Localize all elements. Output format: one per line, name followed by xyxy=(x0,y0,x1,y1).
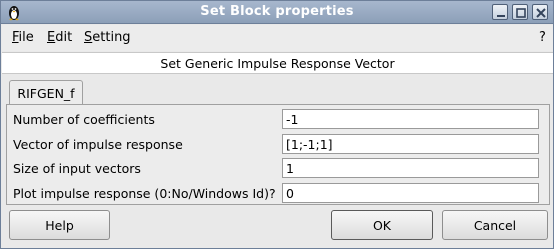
maximize-button[interactable] xyxy=(512,4,528,20)
window-title: Set Block properties xyxy=(200,4,354,19)
label-number-of-coefficients: Number of coefficients xyxy=(13,112,155,127)
number-of-coefficients-input[interactable]: -1 xyxy=(282,109,539,129)
menu-setting[interactable]: Setting xyxy=(84,30,131,45)
input-vector-size-input[interactable]: 1 xyxy=(282,158,539,178)
maximize-icon xyxy=(516,8,526,18)
dialog-header: Set Generic Impulse Response Vector xyxy=(2,52,553,74)
menu-file[interactable]: File xyxy=(12,30,34,45)
tab-rifgen-f[interactable]: RIFGEN_f xyxy=(9,80,83,105)
title-bar[interactable]: Set Block properties xyxy=(1,1,553,24)
menu-help[interactable]: ? xyxy=(539,30,546,45)
cancel-button[interactable]: Cancel xyxy=(442,210,548,240)
minimize-button[interactable] xyxy=(492,4,508,20)
impulse-response-vector-input[interactable]: [1;-1;1] xyxy=(282,134,539,154)
label-vector-of-impulse-response: Vector of impulse response xyxy=(13,137,183,152)
menu-edit[interactable]: Edit xyxy=(47,30,72,45)
close-button[interactable] xyxy=(532,4,548,20)
label-plot-impulse-response: Plot impulse response (0:No/Windows Id)? xyxy=(13,186,276,201)
label-size-of-input-vectors: Size of input vectors xyxy=(13,161,141,176)
close-icon xyxy=(536,8,546,18)
menu-bar: File Edit Setting ? xyxy=(2,25,553,51)
minimize-icon xyxy=(497,15,505,17)
help-button[interactable]: Help xyxy=(9,210,110,240)
ok-button[interactable]: OK xyxy=(331,210,433,240)
plot-impulse-response-input[interactable]: 0 xyxy=(282,183,539,203)
dialog-window: Set Block properties File Edit Setting ?… xyxy=(0,0,554,249)
